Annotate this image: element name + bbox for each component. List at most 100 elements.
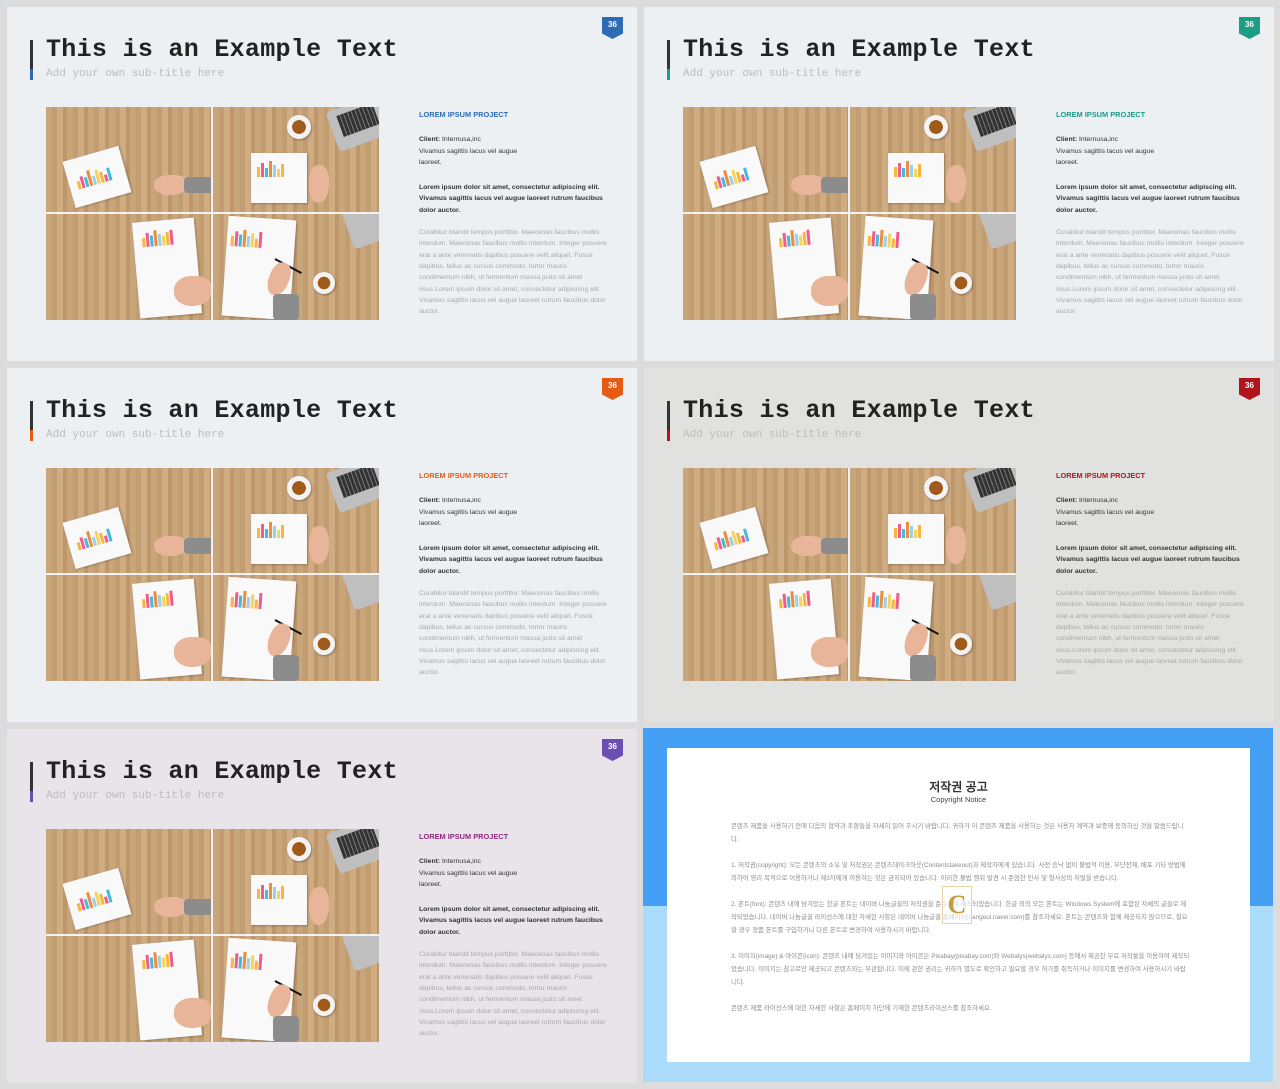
photo-report-hand [683, 214, 848, 320]
page-number-badge: 36 [602, 17, 623, 39]
photo-laptop-coffee [213, 107, 379, 212]
client-label: Client: [419, 497, 441, 505]
photo-collage [683, 107, 1016, 320]
photo-writing-hand [213, 214, 379, 320]
project-heading: LOREM IPSUM PROJECT [1056, 471, 1146, 480]
photo-collage [46, 829, 379, 1042]
client-line: laoreet. [1056, 158, 1079, 166]
client-label: Client: [1056, 136, 1078, 144]
notice-paragraph: 3. 이미지(image) & 아이콘(icon): 콘텐츠 내에 담겨있는 이… [731, 953, 1190, 986]
photo-paper-chart [46, 468, 211, 573]
light-description: Curabitur blandit tempus porttitor. Maec… [1056, 229, 1244, 316]
client-label: Client: [1056, 497, 1078, 505]
page-number-badge: 36 [602, 739, 623, 761]
light-description: Curabitur blandit tempus porttitor. Maec… [419, 590, 607, 677]
bold-description: Lorem ipsum dolor sit amet, consectetur … [1056, 545, 1240, 575]
notice-title: 저작권 공고 [929, 780, 988, 794]
photo-paper-chart [683, 468, 848, 573]
project-info: LOREM IPSUM PROJECT Client: Internusa,inc… [1056, 470, 1246, 678]
client-line: laoreet. [419, 158, 442, 166]
client-value: Internusa,inc [440, 858, 481, 866]
template-slide: This is an Example Text Add your own sub-… [644, 7, 1274, 361]
project-heading: LOREM IPSUM PROJECT [1056, 110, 1146, 119]
title-accent-bar [667, 40, 670, 80]
photo-writing-hand [213, 575, 379, 681]
title-accent-bar [667, 401, 670, 441]
slide-title: This is an Example Text [46, 35, 398, 64]
client-value: Internusa,inc [440, 136, 481, 144]
client-block: Client: Internusa,inc Vivamus sagittis la… [419, 495, 609, 529]
photo-writing-hand [213, 936, 379, 1042]
slide-subtitle: Add your own sub-title here [683, 429, 862, 441]
photo-collage [46, 468, 379, 681]
copyright-notice-slide: 저작권 공고 Copyright Notice 콘텐츠 제품을 사용하기 전에 … [643, 728, 1273, 1082]
photo-paper-chart [46, 829, 211, 934]
client-line: laoreet. [419, 519, 442, 527]
template-slide: This is an Example Text Add your own sub-… [7, 368, 637, 722]
project-heading: LOREM IPSUM PROJECT [419, 471, 509, 480]
template-slide: This is an Example Text Add your own sub-… [7, 7, 637, 361]
photo-paper-chart [683, 107, 848, 212]
project-heading: LOREM IPSUM PROJECT [419, 110, 509, 119]
photo-laptop-coffee [850, 107, 1016, 212]
client-line: Vivamus sagittis lacus vel augue [419, 147, 518, 155]
photo-laptop-coffee [213, 468, 379, 573]
notice-paragraph: 콘텐츠 제품을 사용하기 전에 다음의 협약과 조항들을 자세히 읽어 주시기 … [731, 823, 1184, 843]
client-block: Client: Internusa,inc Vivamus sagittis la… [1056, 495, 1246, 529]
page-number-badge: 36 [1239, 17, 1260, 39]
client-value: Internusa,inc [1077, 136, 1118, 144]
client-value: Internusa,inc [440, 497, 481, 505]
photo-collage [46, 107, 379, 320]
title-accent-bar [30, 40, 33, 80]
notice-paragraph: 콘텐츠 제품 라이선스에 대한 자세한 사항은 홈페이지 하단에 기재한 콘텐츠… [731, 1005, 992, 1012]
bold-description: Lorem ipsum dolor sit amet, consectetur … [419, 184, 603, 214]
contents-logo-icon: C [942, 886, 972, 924]
client-block: Client: Internusa,inc Vivamus sagittis la… [1056, 134, 1246, 168]
notice-paragraph: 1. 저작권(copyright): 모든 콘텐츠의 소유 및 저작권은 콘텐츠… [731, 862, 1186, 882]
slide-subtitle: Add your own sub-title here [46, 68, 225, 80]
bold-description: Lorem ipsum dolor sit amet, consectetur … [1056, 184, 1240, 214]
client-line: Vivamus sagittis lacus vel augue [419, 869, 518, 877]
title-accent-bar [30, 762, 33, 802]
project-info: LOREM IPSUM PROJECT Client: Internusa,inc… [419, 109, 609, 317]
title-accent-bar [30, 401, 33, 441]
slide-title: This is an Example Text [46, 396, 398, 425]
client-line: laoreet. [1056, 519, 1079, 527]
bold-description: Lorem ipsum dolor sit amet, consectetur … [419, 545, 603, 575]
project-info: LOREM IPSUM PROJECT Client: Internusa,inc… [419, 831, 609, 1039]
notice-card: 저작권 공고 Copyright Notice 콘텐츠 제품을 사용하기 전에 … [667, 748, 1250, 1062]
client-value: Internusa,inc [1077, 497, 1118, 505]
photo-writing-hand [850, 575, 1016, 681]
client-block: Client: Internusa,inc Vivamus sagittis la… [419, 856, 609, 890]
slide-subtitle: Add your own sub-title here [683, 68, 862, 80]
client-label: Client: [419, 136, 441, 144]
client-line: laoreet. [419, 880, 442, 888]
project-info: LOREM IPSUM PROJECT Client: Internusa,inc… [1056, 109, 1246, 317]
bold-description: Lorem ipsum dolor sit amet, consectetur … [419, 906, 603, 936]
client-line: Vivamus sagittis lacus vel augue [1056, 508, 1155, 516]
client-line: Vivamus sagittis lacus vel augue [1056, 147, 1155, 155]
photo-report-hand [46, 214, 211, 320]
page-number-badge: 36 [602, 378, 623, 400]
slide-title: This is an Example Text [683, 35, 1035, 64]
notice-subtitle: Copyright Notice [930, 795, 987, 804]
photo-laptop-coffee [850, 468, 1016, 573]
slide-subtitle: Add your own sub-title here [46, 790, 225, 802]
project-info: LOREM IPSUM PROJECT Client: Internusa,inc… [419, 470, 609, 678]
project-heading: LOREM IPSUM PROJECT [419, 832, 509, 841]
photo-paper-chart [46, 107, 211, 212]
light-description: Curabitur blandit tempus porttitor. Maec… [419, 951, 607, 1038]
photo-report-hand [683, 575, 848, 681]
light-description: Curabitur blandit tempus porttitor. Maec… [419, 229, 607, 316]
slide-title: This is an Example Text [46, 757, 398, 786]
template-slide: This is an Example Text Add your own sub-… [7, 729, 637, 1083]
photo-writing-hand [850, 214, 1016, 320]
photo-report-hand [46, 936, 211, 1042]
slide-subtitle: Add your own sub-title here [46, 429, 225, 441]
page-number-badge: 36 [1239, 378, 1260, 400]
client-line: Vivamus sagittis lacus vel augue [419, 508, 518, 516]
client-block: Client: Internusa,inc Vivamus sagittis la… [419, 134, 609, 168]
template-slide: This is an Example Text Add your own sub-… [644, 368, 1274, 722]
notice-body: 콘텐츠 제품을 사용하기 전에 다음의 협약과 조항들을 자세히 읽어 주시기 … [731, 820, 1191, 1028]
photo-report-hand [46, 575, 211, 681]
